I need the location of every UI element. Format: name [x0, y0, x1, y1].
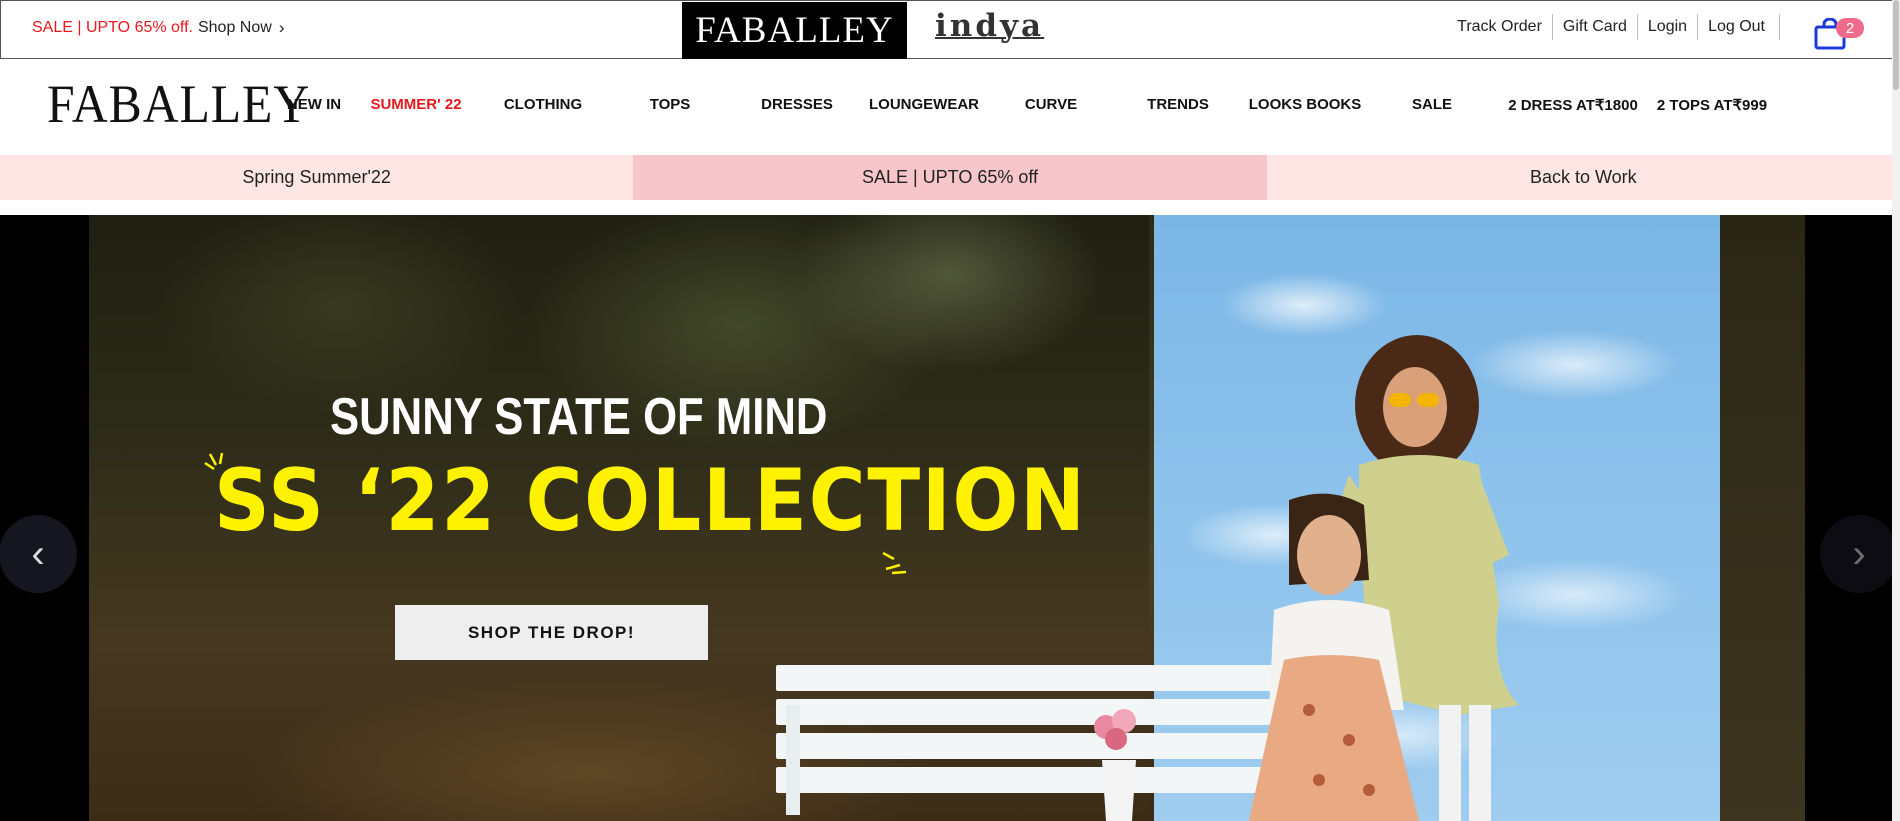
nav-item-dresses[interactable]: DRESSES: [761, 96, 833, 113]
logout-link[interactable]: Log Out: [1697, 14, 1775, 40]
sale-announcement-link[interactable]: SALE | UPTO 65% off. Shop Now ›: [32, 18, 284, 38]
hero-text-overlay: SUNNY STATE OF MIND SS ‘22 COLLECTION SH…: [0, 215, 1900, 821]
nav-item-trends[interactable]: TRENDS: [1147, 96, 1209, 113]
category-back-to-work[interactable]: Back to Work: [1266, 155, 1900, 200]
category-spring-summer[interactable]: Spring Summer'22: [0, 155, 634, 200]
brand-faballey-link[interactable]: FABALLEY: [682, 2, 907, 59]
track-order-link[interactable]: Track Order: [1447, 14, 1552, 40]
shop-now-link[interactable]: Shop Now: [198, 19, 272, 37]
carousel-prev-button[interactable]: ‹: [0, 515, 77, 593]
nav-item-sale[interactable]: SALE: [1412, 96, 1452, 113]
gift-card-link[interactable]: Gift Card: [1551, 14, 1637, 40]
divider: [1779, 14, 1780, 40]
carousel-next-button[interactable]: ›: [1820, 515, 1898, 593]
nav-item-tops[interactable]: TOPS: [650, 96, 691, 113]
nav-item-clothing[interactable]: CLOTHING: [504, 96, 582, 113]
nav-item-looks-books[interactable]: LOOKS BOOKS: [1249, 96, 1362, 113]
nav-item-loungewear[interactable]: LOUNGEWEAR: [869, 96, 979, 113]
login-link[interactable]: Login: [1636, 14, 1697, 40]
category-sale[interactable]: SALE | UPTO 65% off: [633, 155, 1267, 200]
nav-item-2-dress-offer[interactable]: 2 DRESS AT₹1800: [1508, 96, 1638, 114]
account-links: Track Order Gift Card Login Log Out: [1447, 14, 1780, 40]
site-logo[interactable]: FABALLEY: [47, 73, 310, 135]
page-scrollbar[interactable]: [1892, 0, 1900, 821]
cart-count-badge: 2: [1836, 18, 1864, 38]
chevron-right-icon: ›: [278, 18, 285, 37]
sparkle-right-icon: [882, 551, 907, 575]
sparkle-left-icon: [204, 452, 224, 471]
sale-text: SALE | UPTO 65% off.: [32, 19, 193, 36]
nav-item-curve[interactable]: CURVE: [1025, 96, 1077, 113]
hero-tagline: SUNNY STATE OF MIND: [330, 388, 828, 446]
chevron-left-icon: ‹: [31, 531, 45, 576]
brand-indya-link[interactable]: indya: [935, 8, 1044, 44]
shop-the-drop-button[interactable]: SHOP THE DROP!: [395, 605, 708, 660]
nav-item-2-tops-offer[interactable]: 2 TOPS AT₹999: [1657, 96, 1767, 114]
hero-carousel: SUNNY STATE OF MIND SS ‘22 COLLECTION SH…: [0, 215, 1900, 821]
category-strip: Spring Summer'22 SALE | UPTO 65% off Bac…: [0, 155, 1900, 200]
main-navigation: FABALLEY NEW IN SUMMER' 22 CLOTHING TOPS…: [0, 59, 1900, 155]
hero-headline: SS ‘22 COLLECTION: [214, 451, 1087, 551]
chevron-right-icon: ›: [1852, 531, 1866, 576]
scrollbar-thumb[interactable]: [1893, 0, 1899, 90]
page: SALE | UPTO 65% off. Shop Now › FABALLEY…: [0, 0, 1900, 821]
nav-item-summer-22[interactable]: SUMMER' 22: [370, 96, 461, 113]
nav-item-new-in[interactable]: NEW IN: [287, 96, 341, 113]
announcement-bar: SALE | UPTO 65% off. Shop Now › FABALLEY…: [0, 0, 1900, 59]
